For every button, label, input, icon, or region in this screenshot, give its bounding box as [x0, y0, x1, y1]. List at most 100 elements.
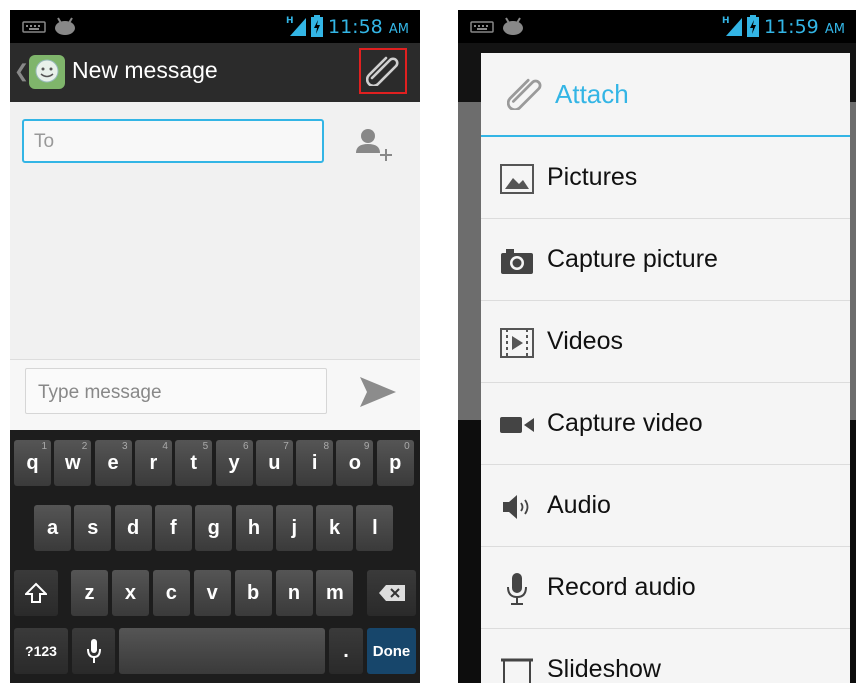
key-x[interactable]: x	[111, 570, 149, 616]
key-number-hint: 8	[323, 441, 330, 452]
video-file-icon	[497, 327, 537, 359]
microphone-icon	[497, 573, 537, 605]
backspace-icon	[378, 585, 405, 601]
key-u[interactable]: u7	[255, 440, 293, 486]
keyboard-status-icon	[470, 21, 494, 33]
signal-icon: H	[286, 16, 306, 36]
attach-dialog-screen: H 11:59 AM Attach Pictures Capture pictu…	[458, 10, 856, 683]
key-label: t	[190, 451, 198, 474]
attach-button[interactable]	[359, 48, 407, 94]
key-c[interactable]: c	[152, 570, 190, 616]
key-y[interactable]: y6	[215, 440, 253, 486]
slideshow-icon	[497, 655, 537, 683]
shift-icon	[25, 582, 47, 603]
camera-icon	[497, 245, 537, 277]
svg-text:H: H	[722, 16, 730, 26]
key-h[interactable]: h	[235, 505, 273, 551]
compose-bar: Type message	[10, 359, 420, 433]
back-caret-icon[interactable]: ❮	[14, 61, 29, 82]
key-o[interactable]: o9	[336, 440, 374, 486]
key-number-hint: 5	[202, 441, 209, 452]
shift-key[interactable]	[14, 570, 58, 616]
key-label: u	[268, 451, 281, 474]
svg-text:H: H	[286, 16, 294, 26]
new-message-screen: H 11:58 AM ❮ New message To Type message…	[10, 10, 420, 683]
menu-item-label: Record audio	[547, 573, 696, 601]
key-label: r	[149, 451, 158, 474]
menu-item-capture-picture[interactable]: Capture picture	[481, 219, 850, 301]
action-bar-title: New message	[72, 57, 218, 83]
menu-item-audio[interactable]: Audio	[481, 465, 850, 547]
key-r[interactable]: r4	[134, 440, 172, 486]
menu-item-pictures[interactable]: Pictures	[481, 137, 850, 219]
voice-input-key[interactable]	[72, 628, 115, 674]
key-label: p	[389, 451, 402, 474]
menu-item-label: Videos	[547, 327, 623, 355]
attach-dialog: Attach Pictures Capture picture Videos C…	[481, 53, 850, 683]
key-number-hint: 2	[81, 441, 88, 452]
key-g[interactable]: g	[195, 505, 233, 551]
space-key[interactable]	[119, 628, 325, 674]
status-bar: H 11:58 AM	[10, 10, 420, 43]
symbols-key[interactable]: ?123	[14, 628, 68, 674]
speaker-icon	[497, 491, 537, 523]
add-contact-icon[interactable]	[354, 125, 394, 165]
key-d[interactable]: d	[114, 505, 152, 551]
key-w[interactable]: w2	[54, 440, 92, 486]
send-icon[interactable]	[358, 375, 398, 409]
menu-item-videos[interactable]: Videos	[481, 301, 850, 383]
battery-charging-icon	[311, 15, 323, 37]
key-f[interactable]: f	[154, 505, 192, 551]
key-label: y	[228, 451, 240, 474]
recipient-placeholder: To	[34, 131, 55, 152]
key-number-hint: 3	[122, 441, 128, 452]
key-label: w	[65, 451, 81, 474]
key-label: q	[26, 451, 39, 474]
recipient-field[interactable]: To	[22, 119, 324, 163]
menu-item-capture-video[interactable]: Capture video	[481, 383, 850, 465]
microphone-icon	[86, 639, 101, 663]
message-input[interactable]: Type message	[25, 368, 327, 414]
key-q[interactable]: q1	[14, 440, 51, 486]
video-camera-icon	[497, 409, 537, 441]
android-debug-icon	[55, 17, 75, 35]
key-m[interactable]: m	[316, 570, 354, 616]
key-label: i	[311, 451, 318, 474]
menu-item-label: Slideshow	[547, 655, 661, 683]
dialog-title: Attach	[555, 79, 629, 109]
key-n[interactable]: n	[275, 570, 313, 616]
key-b[interactable]: b	[234, 570, 272, 616]
menu-item-slideshow[interactable]: Slideshow	[481, 629, 850, 683]
key-v[interactable]: v	[193, 570, 231, 616]
key-number-hint: 7	[283, 441, 289, 452]
done-key[interactable]: Done	[367, 628, 416, 674]
status-time: 11:58 AM	[328, 16, 409, 38]
period-key[interactable]: .	[329, 628, 363, 674]
key-number-hint: 9	[363, 441, 370, 452]
action-bar: ❮ New message	[10, 43, 420, 102]
key-t[interactable]: t5	[175, 440, 213, 486]
messaging-app-icon[interactable]	[28, 54, 66, 90]
signal-icon: H	[722, 16, 742, 36]
paperclip-icon	[366, 56, 399, 86]
status-bar: H 11:59 AM	[458, 10, 856, 43]
key-k[interactable]: k	[316, 505, 354, 551]
key-l[interactable]: l	[356, 505, 394, 551]
key-i[interactable]: i8	[296, 440, 334, 486]
key-number-hint: 1	[41, 441, 47, 452]
key-s[interactable]: s	[74, 505, 112, 551]
menu-item-label: Pictures	[547, 163, 638, 191]
key-j[interactable]: j	[275, 505, 313, 551]
key-z[interactable]: z	[71, 570, 108, 616]
backspace-key[interactable]	[367, 570, 416, 616]
menu-item-record-audio[interactable]: Record audio	[481, 547, 850, 629]
menu-item-label: Audio	[547, 491, 611, 519]
key-p[interactable]: p0	[376, 440, 414, 486]
keyboard-status-icon	[22, 21, 46, 33]
battery-charging-icon	[747, 15, 759, 37]
key-e[interactable]: e3	[94, 440, 132, 486]
status-time: 11:59 AM	[764, 16, 845, 38]
key-a[interactable]: a	[34, 505, 71, 551]
key-number-hint: 4	[162, 441, 168, 452]
picture-icon	[497, 163, 537, 195]
